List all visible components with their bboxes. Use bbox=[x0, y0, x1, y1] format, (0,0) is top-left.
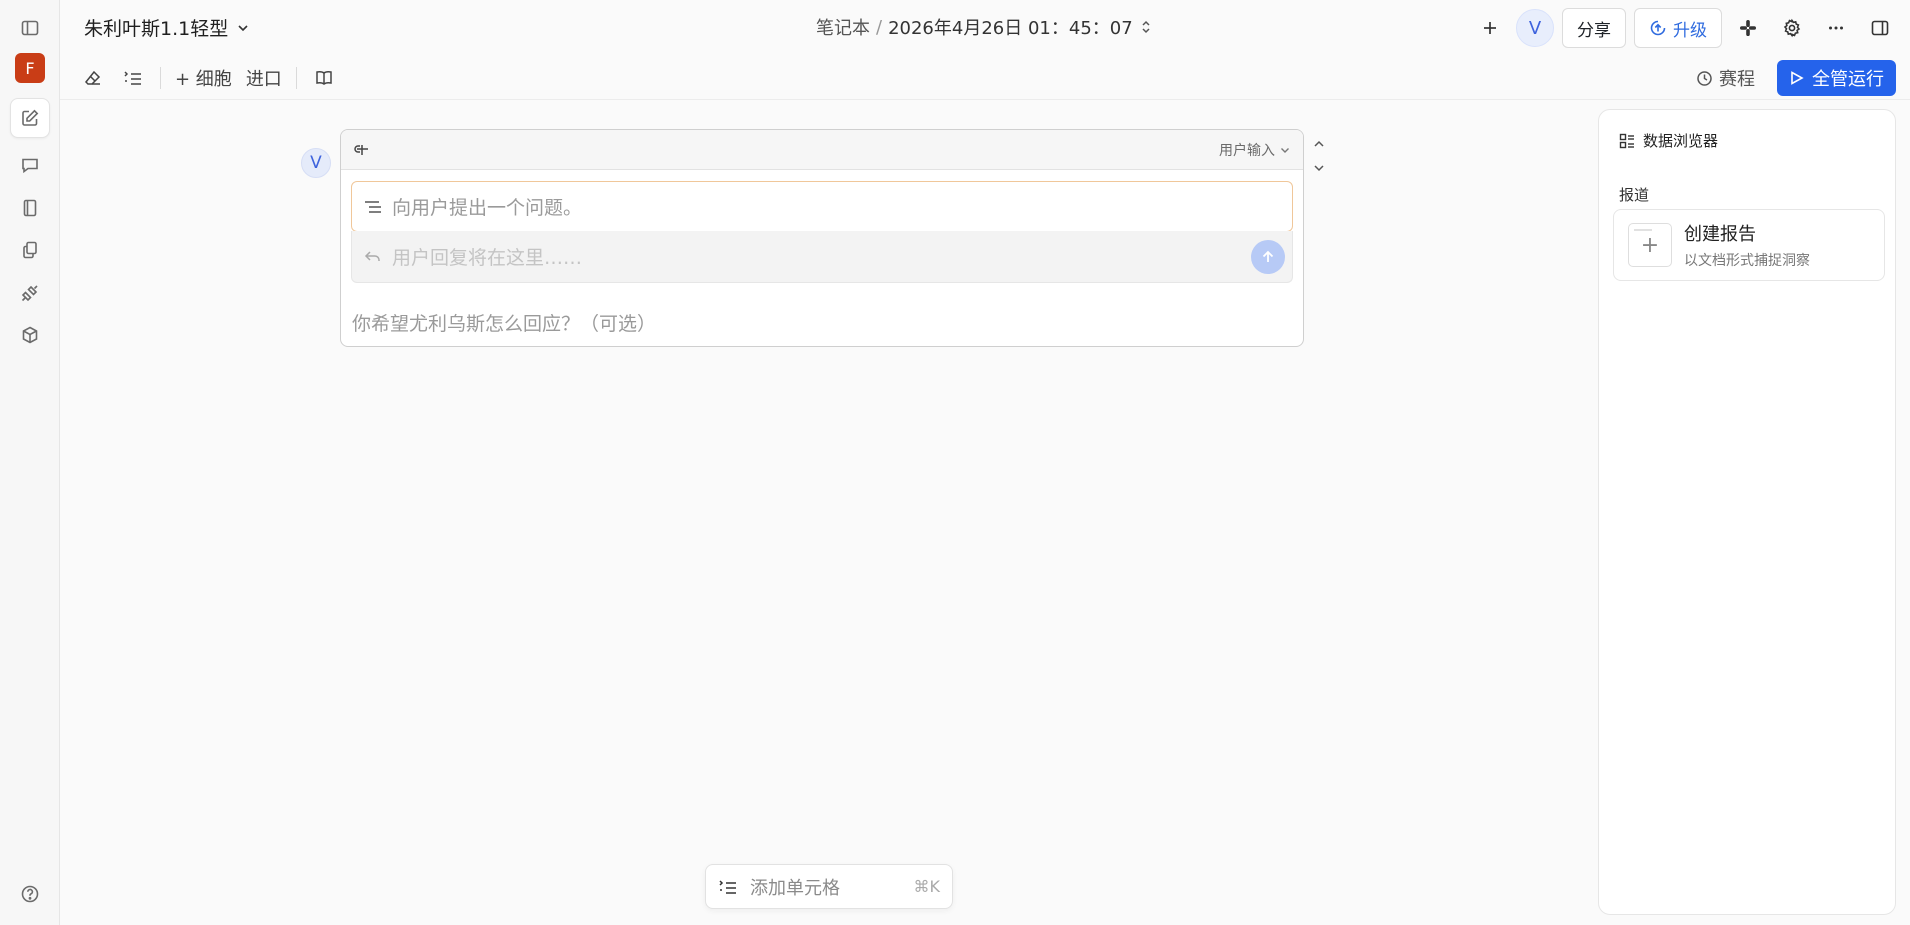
notebook-title-dropdown[interactable]: 朱利叶斯1.1轻型 bbox=[84, 14, 250, 41]
help-icon[interactable] bbox=[10, 874, 50, 914]
workspace-avatar[interactable]: F bbox=[15, 53, 45, 83]
cell-author-avatar: V bbox=[301, 148, 331, 178]
add-cell-label: + 细胞 bbox=[175, 69, 232, 90]
plus-icon[interactable] bbox=[1472, 10, 1508, 46]
cell-header: 用户输入 bbox=[341, 130, 1303, 170]
upgrade-label: 升级 bbox=[1673, 20, 1707, 41]
add-cell-shortcut: ⌘K bbox=[913, 877, 941, 896]
data-browser-icon bbox=[1619, 133, 1635, 149]
run-all-label: 全管运行 bbox=[1812, 69, 1884, 90]
user-input-cell[interactable]: 用户输入 向用户提出一个问题。 用户回复将在这里…… 你希望尤利乌斯怎么回应？（… bbox=[340, 129, 1304, 347]
chevron-up-icon[interactable] bbox=[1312, 138, 1326, 150]
slack-icon[interactable] bbox=[1730, 10, 1766, 46]
question-input[interactable]: 向用户提出一个问题。 bbox=[351, 181, 1293, 232]
eraser-icon[interactable] bbox=[80, 63, 106, 93]
upgrade-icon bbox=[1649, 19, 1667, 37]
breadcrumb-current[interactable]: 2026年4月26日 01：45：07 bbox=[888, 14, 1133, 40]
plus-icon: + bbox=[1628, 223, 1672, 267]
data-browser-title: 数据浏览器 bbox=[1643, 132, 1719, 150]
cell-type-dropdown[interactable]: 用户输入 bbox=[1219, 140, 1291, 160]
toolbar-divider bbox=[160, 67, 161, 89]
send-button[interactable] bbox=[1251, 240, 1285, 274]
breadcrumb: 笔记本 / 2026年4月26日 01：45：07 bbox=[816, 14, 1153, 40]
question-placeholder: 向用户提出一个问题。 bbox=[392, 197, 583, 219]
toolbar-right: 赛程 全管运行 bbox=[1696, 60, 1896, 96]
user-avatar[interactable]: V bbox=[1516, 9, 1554, 47]
data-browser-header: 数据浏览器 bbox=[1619, 130, 1718, 151]
header-actions: V 分享 升级 bbox=[1472, 8, 1898, 48]
create-report-card[interactable]: + 创建报告 以文档形式捕捉洞察 bbox=[1613, 209, 1885, 281]
book-open-icon[interactable] bbox=[311, 63, 337, 93]
notebook-edit-icon[interactable] bbox=[10, 98, 50, 138]
toolbar-divider bbox=[295, 67, 297, 89]
response-placeholder: 你希望尤利乌斯怎么回应？（可选） bbox=[352, 313, 657, 335]
schedule-label: 赛程 bbox=[1719, 69, 1755, 90]
left-sidebar: F bbox=[0, 0, 60, 925]
notebooks-icon[interactable] bbox=[10, 188, 50, 228]
sidebar-toggle-icon[interactable] bbox=[10, 8, 50, 48]
add-cell-bar-label: 添加单元格 bbox=[750, 877, 840, 899]
cell-type-label: 用户输入 bbox=[1219, 142, 1275, 159]
schedule-button[interactable]: 赛程 bbox=[1696, 65, 1755, 91]
share-label: 分享 bbox=[1577, 20, 1611, 41]
chevron-down-icon[interactable] bbox=[1312, 162, 1326, 174]
run-all-button[interactable]: 全管运行 bbox=[1777, 60, 1896, 96]
toolbar-left: + 细胞 进口 bbox=[80, 60, 337, 96]
add-cell-icon bbox=[718, 878, 738, 896]
response-instructions-input[interactable]: 你希望尤利乌斯怎么回应？（可选） bbox=[352, 309, 656, 336]
add-cell-bar[interactable]: 添加单元格 ⌘K bbox=[705, 864, 953, 909]
reply-input[interactable]: 用户回复将在这里…… bbox=[351, 231, 1293, 283]
files-icon[interactable] bbox=[10, 230, 50, 270]
user-input-icon bbox=[353, 142, 371, 158]
reply-placeholder: 用户回复将在这里…… bbox=[392, 247, 583, 269]
create-report-title: 创建报告 bbox=[1684, 224, 1756, 245]
more-icon[interactable] bbox=[1818, 10, 1854, 46]
chevron-updown-icon[interactable] bbox=[1139, 19, 1153, 35]
create-report-subtitle: 以文档形式捕捉洞察 bbox=[1684, 253, 1810, 269]
workspace-initial: F bbox=[25, 58, 35, 78]
play-icon bbox=[1789, 70, 1804, 86]
breadcrumb-separator: / bbox=[876, 16, 883, 38]
cell-author-initial: V bbox=[310, 153, 322, 173]
upgrade-button[interactable]: 升级 bbox=[1634, 8, 1722, 48]
top-bar: 朱利叶斯1.1轻型 笔记本 / 2026年4月26日 01：45：07 V 分享… bbox=[60, 0, 1910, 56]
user-initial: V bbox=[1528, 17, 1542, 39]
reports-section-label: 报道 bbox=[1619, 186, 1650, 204]
panel-toggle-icon[interactable] bbox=[1862, 10, 1898, 46]
chevron-down-icon bbox=[1279, 144, 1291, 156]
import-label: 进口 bbox=[245, 69, 282, 90]
connectors-icon[interactable] bbox=[10, 273, 50, 313]
chevron-down-icon bbox=[236, 21, 250, 35]
data-browser-panel: 数据浏览器 报道 + 创建报告 以文档形式捕捉洞察 bbox=[1598, 109, 1896, 915]
packages-icon[interactable] bbox=[10, 315, 50, 355]
reply-icon bbox=[364, 249, 382, 265]
list-icon bbox=[364, 199, 382, 215]
chat-icon[interactable] bbox=[10, 145, 50, 185]
breadcrumb-root[interactable]: 笔记本 bbox=[816, 14, 870, 40]
cell-nav bbox=[1312, 138, 1326, 174]
add-cell-button[interactable]: + 细胞 bbox=[175, 65, 232, 91]
gear-icon[interactable] bbox=[1774, 10, 1810, 46]
arrow-up-icon bbox=[1262, 250, 1274, 262]
import-button[interactable]: 进口 bbox=[246, 65, 282, 91]
notebook-title: 朱利叶斯1.1轻型 bbox=[84, 18, 229, 40]
clock-icon bbox=[1696, 70, 1713, 87]
notebook-toolbar: + 细胞 进口 赛程 全管运行 bbox=[60, 56, 1910, 100]
share-button[interactable]: 分享 bbox=[1562, 8, 1626, 48]
outline-icon[interactable] bbox=[120, 63, 146, 93]
